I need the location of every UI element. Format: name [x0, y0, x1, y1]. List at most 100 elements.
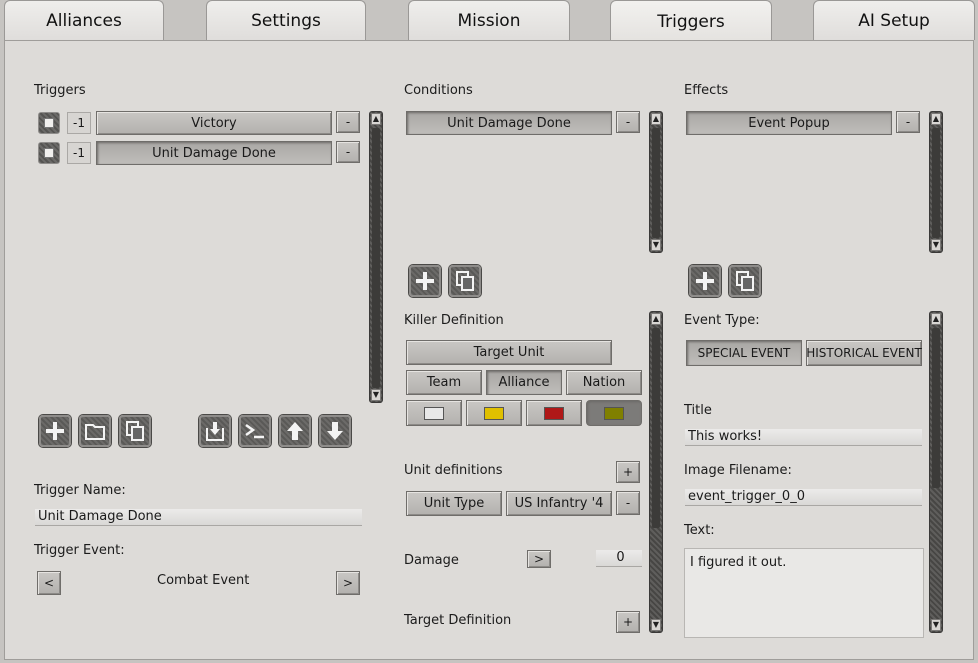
move-up-button[interactable] [279, 415, 311, 447]
prev-event-button[interactable]: < [37, 571, 61, 595]
scroll-down-icon[interactable]: ▼ [651, 239, 661, 251]
scroll-up-icon[interactable]: ▲ [651, 113, 661, 125]
condition-details-scrollbar[interactable]: ▲ ▼ [649, 311, 663, 633]
image-filename-input[interactable]: event_trigger_0_0 [685, 489, 922, 506]
remove-unit-definition-button[interactable]: - [616, 491, 640, 515]
color-yellow-button[interactable] [466, 400, 522, 426]
tab-label: Mission [457, 10, 521, 31]
effect-details-scrollbar[interactable]: ▲ ▼ [929, 311, 943, 633]
scroll-down-icon[interactable]: ▼ [931, 239, 941, 251]
tab-mission[interactable]: Mission [408, 0, 570, 40]
damage-value-input[interactable]: 0 [596, 550, 642, 567]
scroll-up-icon[interactable]: ▲ [371, 113, 381, 125]
remove-label: - [625, 115, 631, 129]
trigger-item-victory[interactable]: Victory [96, 111, 332, 135]
move-down-button[interactable] [319, 415, 351, 447]
add-trigger-button[interactable] [39, 415, 71, 447]
plus-icon: + [622, 465, 634, 479]
remove-label: - [345, 115, 351, 129]
trigger-enable-checkbox[interactable] [38, 112, 60, 134]
trigger-index: -1 [67, 142, 91, 164]
remove-label: - [905, 115, 911, 129]
scroll-thumb[interactable] [932, 328, 940, 488]
add-condition-button[interactable] [409, 265, 441, 297]
arrow-down-icon [327, 422, 343, 440]
filter-nation-button[interactable]: Nation [566, 370, 642, 395]
color-swatch [484, 406, 504, 420]
triggers-heading: Triggers [34, 83, 86, 98]
color-olive-button[interactable] [586, 400, 642, 426]
target-definition-label: Target Definition [404, 613, 512, 628]
add-effect-button[interactable] [689, 265, 721, 297]
conditions-scrollbar[interactable]: ▲ ▼ [649, 111, 663, 253]
open-folder-button[interactable] [79, 415, 111, 447]
unit-type-label: Unit Type [423, 496, 485, 511]
operator-label: > [533, 552, 545, 566]
color-red-button[interactable] [526, 400, 582, 426]
trigger-name-input[interactable]: Unit Damage Done [35, 509, 362, 526]
add-unit-definition-button[interactable]: + [616, 461, 640, 483]
scroll-thumb[interactable] [652, 128, 660, 238]
add-target-definition-button[interactable]: + [616, 611, 640, 633]
next-event-button[interactable]: > [336, 571, 360, 595]
title-input[interactable]: This works! [685, 429, 922, 446]
damage-label: Damage [404, 553, 459, 568]
trigger-item-label: Unit Damage Done [152, 145, 276, 161]
unit-definitions-label: Unit definitions [404, 463, 503, 478]
image-filename-label: Image Filename: [684, 463, 792, 478]
remove-label: - [345, 145, 351, 159]
special-event-button[interactable]: SPECIAL EVENT [686, 340, 802, 366]
scroll-up-icon[interactable]: ▲ [651, 313, 661, 325]
copy-effect-button[interactable] [729, 265, 761, 297]
historical-event-button[interactable]: HISTORICAL EVENT [806, 340, 922, 366]
copy-trigger-button[interactable] [119, 415, 151, 447]
chevron-left-icon: < [43, 576, 55, 590]
scroll-thumb[interactable] [372, 128, 380, 388]
scroll-down-icon[interactable]: ▼ [651, 619, 661, 631]
scroll-up-icon[interactable]: ▲ [931, 313, 941, 325]
color-swatch [604, 406, 624, 420]
target-unit-label: Target Unit [473, 345, 545, 360]
filter-alliance-button[interactable]: Alliance [486, 370, 562, 395]
remove-condition-button[interactable]: - [616, 111, 640, 133]
tab-ai-setup[interactable]: AI Setup [813, 0, 975, 40]
event-type-option-label: SPECIAL EVENT [697, 346, 791, 360]
scroll-thumb[interactable] [932, 128, 940, 238]
condition-item-unit-damage-done[interactable]: Unit Damage Done [406, 111, 612, 135]
damage-operator-button[interactable]: > [527, 550, 551, 568]
effect-text-area[interactable]: I figured it out. [684, 548, 924, 638]
unit-type-button[interactable]: Unit Type [406, 491, 502, 516]
trigger-enable-checkbox[interactable] [38, 142, 60, 164]
trigger-event-label: Trigger Event: [34, 543, 125, 558]
tab-alliances[interactable]: Alliances [4, 0, 164, 40]
triggers-scrollbar[interactable]: ▲ ▼ [369, 111, 383, 403]
scroll-up-icon[interactable]: ▲ [931, 113, 941, 125]
remove-trigger-button[interactable]: - [336, 111, 360, 133]
scroll-down-icon[interactable]: ▼ [931, 619, 941, 631]
tab-triggers[interactable]: Triggers [610, 0, 772, 42]
trigger-event-value: Combat Event [157, 573, 250, 588]
effect-item-event-popup[interactable]: Event Popup [686, 111, 892, 135]
tab-settings[interactable]: Settings [206, 0, 366, 40]
filter-team-button[interactable]: Team [406, 370, 482, 395]
import-button[interactable] [199, 415, 231, 447]
tab-label: Alliances [46, 10, 122, 31]
effects-scrollbar[interactable]: ▲ ▼ [929, 111, 943, 253]
scroll-down-icon[interactable]: ▼ [371, 389, 381, 401]
scroll-thumb[interactable] [652, 328, 660, 528]
unit-value-button[interactable]: US Infantry '4 [506, 491, 612, 516]
event-type-option-label: HISTORICAL EVENT [806, 346, 922, 360]
tab-label: AI Setup [858, 10, 930, 31]
target-unit-button[interactable]: Target Unit [406, 340, 612, 365]
effect-item-label: Event Popup [748, 115, 830, 131]
remove-trigger-button[interactable]: - [336, 141, 360, 163]
console-button[interactable] [239, 415, 271, 447]
copy-condition-button[interactable] [449, 265, 481, 297]
color-white-button[interactable] [406, 400, 462, 426]
import-icon [206, 422, 224, 441]
trigger-item-unit-damage-done[interactable]: Unit Damage Done [96, 141, 332, 165]
remove-effect-button[interactable]: - [896, 111, 920, 133]
add-icon [696, 272, 714, 290]
killer-definition-label: Killer Definition [404, 313, 504, 328]
unit-value-label: US Infantry '4 [514, 496, 604, 511]
